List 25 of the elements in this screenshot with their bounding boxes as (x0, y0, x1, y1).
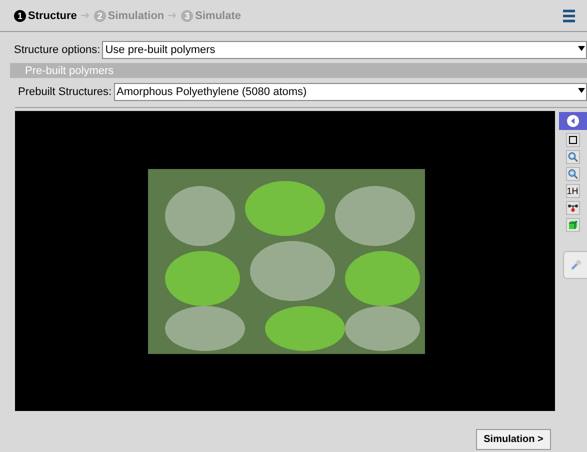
arrow-icon (168, 12, 178, 19)
zoom-out-button[interactable] (566, 167, 580, 181)
hydrogen-toggle-button[interactable]: 1H (566, 184, 580, 198)
dropdown-caret-icon (578, 88, 585, 93)
prebuilt-structures-dropdown[interactable]: Amorphous Polyethylene (5080 atoms) (114, 83, 587, 101)
collapse-button[interactable] (558, 112, 586, 130)
molecule-icon (568, 204, 578, 212)
cube-tool-button[interactable] (566, 218, 580, 232)
magnifier-icon (568, 152, 578, 162)
arrow-icon (80, 12, 90, 19)
molecule-tool-button[interactable] (566, 201, 580, 215)
wizard-step-tab[interactable]: 1 Structure (14, 10, 77, 22)
square-tool-button[interactable] (566, 133, 580, 147)
structure-options-dropdown[interactable]: Use pre-built polymers (102, 41, 587, 59)
zoom-in-button[interactable] (566, 150, 580, 164)
structure-options-label: Structure options: (14, 44, 100, 56)
menu-icon[interactable] (563, 8, 575, 22)
section-header: Pre-built polymers (10, 63, 587, 78)
magnifier-icon (568, 169, 578, 179)
dropdown-caret-icon (578, 46, 585, 51)
wrench-icon (570, 259, 582, 271)
simulation-next-button[interactable]: Simulation > (476, 429, 551, 450)
prebuilt-structures-label: Prebuilt Structures: (18, 86, 112, 98)
square-icon (568, 136, 576, 144)
cube-icon (568, 220, 578, 230)
